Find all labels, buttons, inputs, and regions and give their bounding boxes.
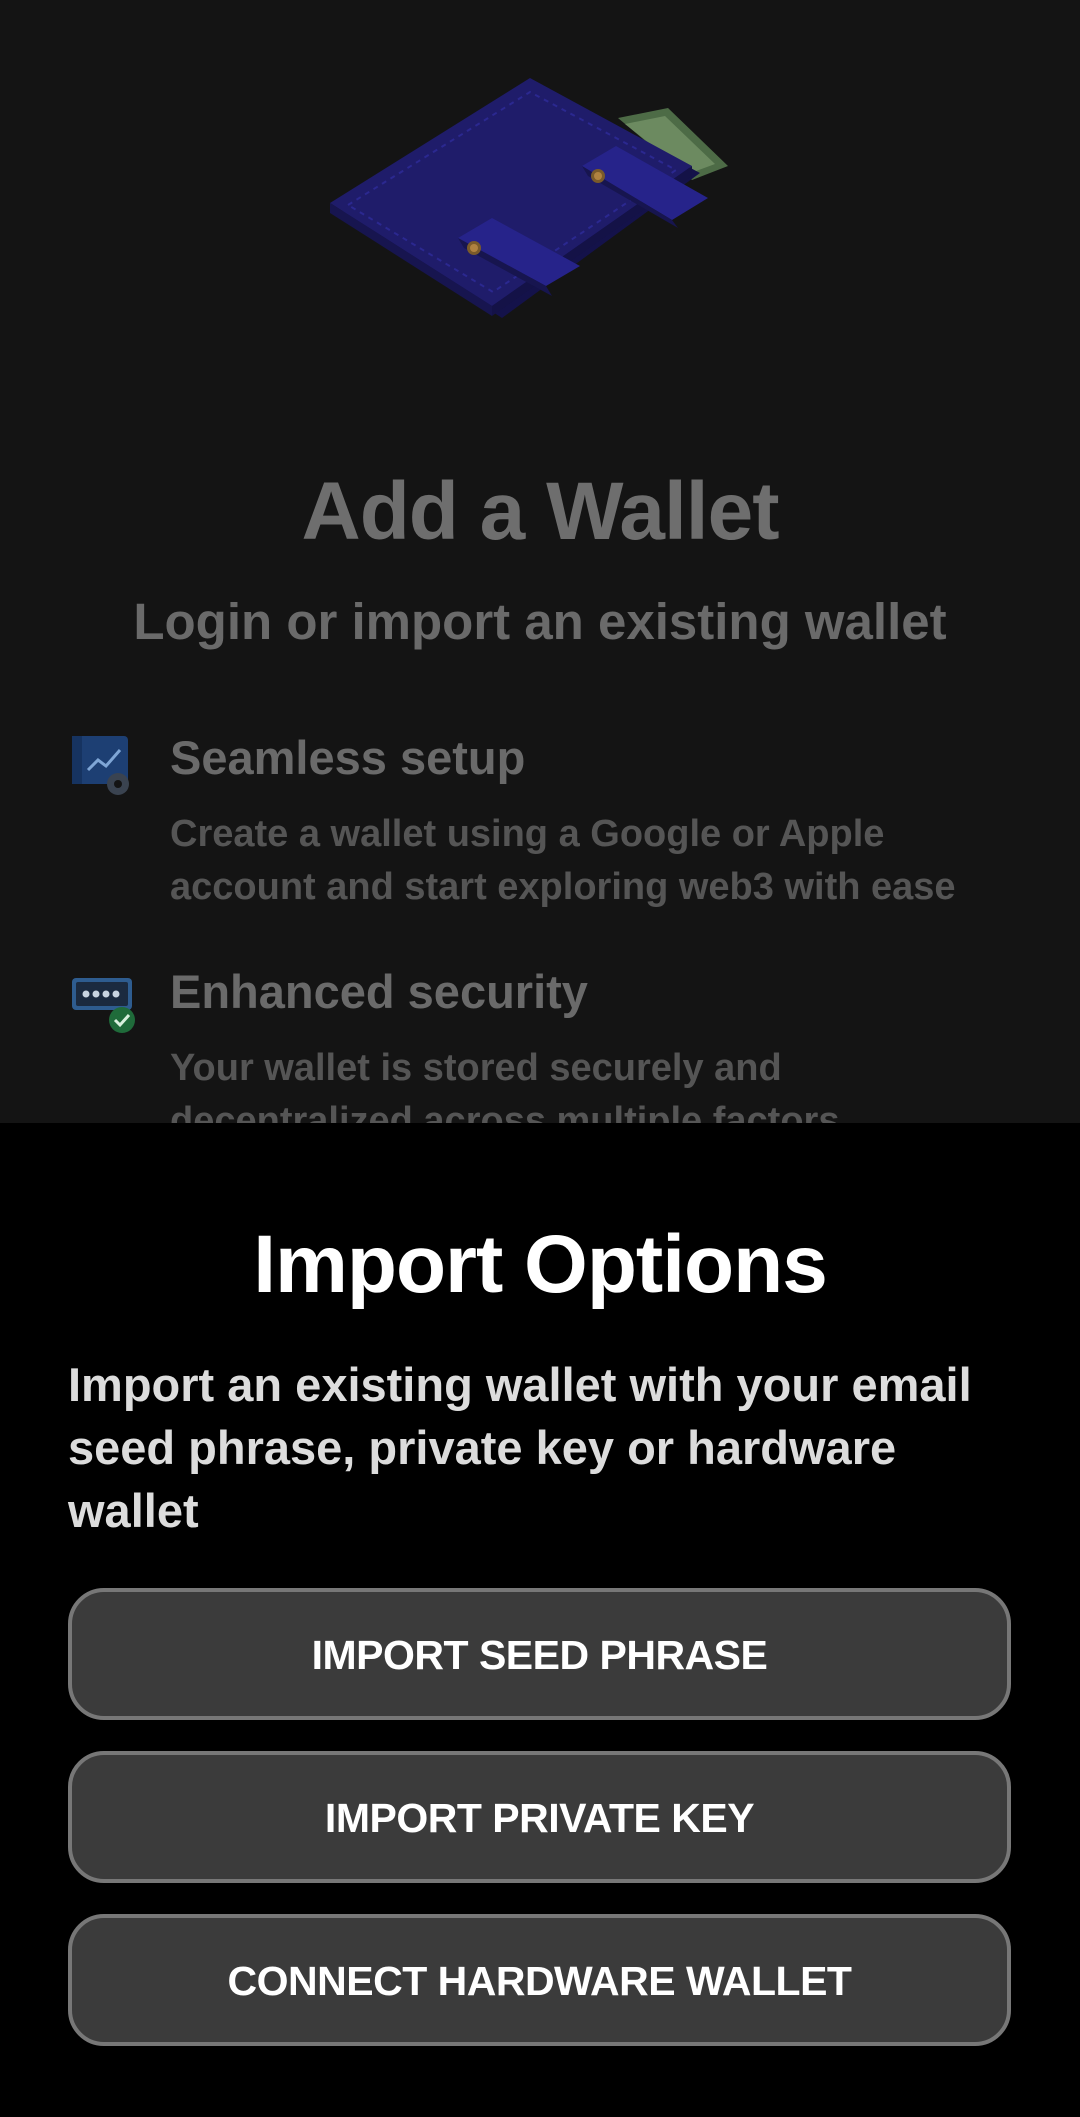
connect-hardware-wallet-button[interactable]: CONNECT HARDWARE WALLET (68, 1914, 1011, 2046)
import-private-key-button[interactable]: IMPORT PRIVATE KEY (68, 1751, 1011, 1883)
page-title: Add a Wallet (301, 466, 780, 557)
browser-chart-gear-icon (72, 736, 129, 795)
feature-title: Seamless setup (170, 731, 526, 784)
page-subtitle: Login or import an existing wallet (133, 593, 947, 650)
screen: Add a Wallet Login or import an existing… (0, 0, 1080, 2117)
password-shield-check-icon (72, 978, 135, 1033)
sheet-description: Import an existing wallet with your emai… (68, 1358, 972, 1537)
feature-description: Create a wallet using a Google or Apple … (170, 813, 956, 908)
sheet-title: Import Options (253, 1219, 828, 1310)
import-options-sheet: Import Options Import an existing wallet… (0, 1123, 1080, 2117)
feature-title: Enhanced security (170, 965, 588, 1018)
wallet-illustration (330, 78, 728, 318)
add-wallet-page-backdrop: Add a Wallet Login or import an existing… (0, 0, 1080, 1123)
import-seed-phrase-button[interactable]: IMPORT SEED PHRASE (68, 1588, 1011, 1720)
feature-description: Your wallet is stored securely and decen… (170, 1047, 840, 1123)
